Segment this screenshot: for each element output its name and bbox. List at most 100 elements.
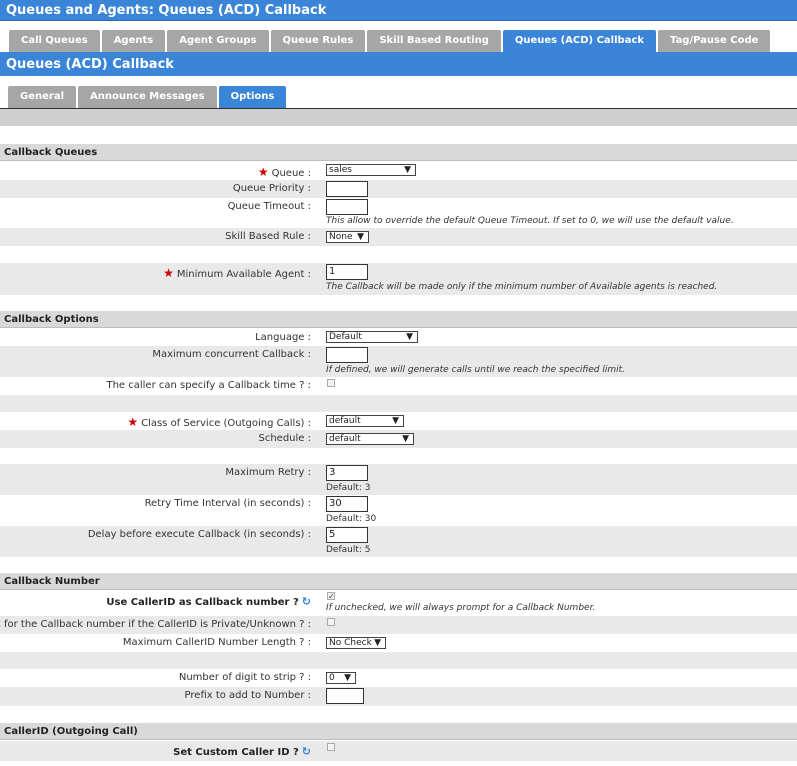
main-tab-bar: Call Queues Agents Agent Groups Queue Ru… (0, 30, 797, 54)
chevron-down-icon: ▼ (374, 638, 381, 648)
spacer-row (0, 295, 797, 311)
spacer-row (0, 652, 797, 669)
tab-queues-acd-callback[interactable]: Queues (ACD) Callback (502, 30, 657, 52)
tab-announce-messages[interactable]: Announce Messages (78, 86, 217, 108)
row-queue-timeout: Queue Timeout : This allow to override t… (0, 198, 797, 228)
queue-timeout-label: Queue Timeout : (227, 201, 311, 212)
schedule-select[interactable]: default ▼ (326, 433, 414, 445)
chevron-down-icon: ▼ (406, 332, 413, 342)
min-agent-label-text: Minimum Available Agent : (176, 269, 311, 280)
section-title: Queues (ACD) Callback (0, 54, 797, 76)
max-cid-len-value: No Check (329, 638, 372, 648)
use-callerid-label-text: Use CallerID as Callback number ? (106, 597, 299, 608)
prefix-input[interactable] (326, 688, 364, 704)
delay-label: Delay before execute Callback (in second… (87, 529, 311, 540)
class-of-service-value: default (329, 416, 361, 426)
refresh-icon[interactable]: ↻ (302, 595, 311, 608)
tab-general[interactable]: General (8, 86, 76, 108)
caller-time-label: The caller can specify a Callback time ?… (106, 380, 311, 391)
language-label: Language : (255, 332, 311, 343)
required-star-icon: ★ (257, 165, 269, 179)
row-use-callerid: Use CallerID as Callback number ? ↻ ✓ If … (0, 591, 797, 616)
row-ask-private: Ask for the Callback number if the Calle… (0, 616, 797, 634)
tab-agents[interactable]: Agents (101, 30, 166, 52)
queue-priority-label: Queue Priority : (232, 183, 311, 194)
max-concurrent-input[interactable] (326, 347, 368, 363)
tab-options[interactable]: Options (218, 86, 287, 108)
row-digits-strip: Number of digit to strip ? : 0 ▼ (0, 669, 797, 687)
row-max-retry: Maximum Retry : 3 Default: 3 (0, 464, 797, 495)
use-callerid-label: Use CallerID as Callback number ? ↻ (106, 595, 311, 608)
retry-interval-default: Default: 30 (326, 514, 377, 524)
required-star-icon: ★ (127, 415, 139, 429)
max-cid-len-label: Maximum CallerID Number Length ? : (122, 637, 311, 648)
row-delay: Delay before execute Callback (in second… (0, 526, 797, 557)
spacer-row (0, 706, 797, 723)
queue-timeout-input[interactable] (326, 199, 368, 215)
language-value: Default (329, 332, 362, 342)
chevron-down-icon: ▼ (357, 232, 364, 242)
language-select[interactable]: Default ▼ (326, 331, 418, 343)
digits-strip-select[interactable]: 0 ▼ (326, 672, 356, 684)
section-callback-options: Callback Options (0, 311, 797, 328)
schedule-label: Schedule : (258, 433, 312, 444)
tab-skill-based-routing[interactable]: Skill Based Routing (367, 30, 501, 52)
section-callerid: CallerID (Outgoing Call) (0, 723, 797, 740)
row-caller-time: The caller can specify a Callback time ?… (0, 377, 797, 395)
spacer-row (0, 448, 797, 464)
required-star-icon: ★ (163, 266, 174, 280)
custom-cid-label: Set Custom Caller ID ? ↻ (173, 745, 311, 758)
refresh-icon[interactable]: ↻ (302, 745, 311, 758)
max-cid-len-select[interactable]: No Check ▼ (326, 637, 386, 649)
row-max-concurrent: Maximum concurrent Callback : If defined… (0, 346, 797, 377)
queue-select[interactable]: sales ▼ (326, 164, 416, 176)
tab-agent-groups[interactable]: Agent Groups (167, 30, 269, 52)
retry-interval-input[interactable]: 30 (326, 496, 368, 512)
tab-tag-pause-code[interactable]: Tag/Pause Code (658, 30, 771, 52)
use-callerid-checkbox[interactable]: ✓ (327, 592, 335, 601)
min-agent-hint: The Callback will be made only if the mi… (326, 282, 718, 292)
skill-rule-label: Skill Based Rule : (225, 231, 311, 242)
row-skill-rule: Skill Based Rule : None ▼ (0, 228, 797, 246)
use-callerid-hint: If unchecked, we will always prompt for … (326, 603, 596, 613)
skill-rule-value: None (329, 232, 353, 242)
tab-call-queues[interactable]: Call Queues (9, 30, 100, 52)
ask-private-label: Ask for the Callback number if the Calle… (0, 619, 311, 630)
row-min-agent: ★ Minimum Available Agent : 1 The Callbac… (0, 263, 797, 295)
max-retry-input[interactable]: 3 (326, 465, 368, 481)
queue-select-value: sales (329, 165, 352, 175)
row-max-cid-len: Maximum CallerID Number Length ? : No Ch… (0, 634, 797, 652)
max-retry-default: Default: 3 (326, 483, 371, 493)
min-agent-label: ★ Minimum Available Agent : (163, 266, 311, 280)
queue-priority-input[interactable] (326, 181, 368, 197)
spacer-row (0, 557, 797, 573)
spacer-row (0, 246, 797, 263)
skill-rule-select[interactable]: None ▼ (326, 231, 369, 243)
queue-label-text: Queue : (271, 168, 311, 179)
chevron-down-icon: ▼ (404, 165, 411, 175)
min-agent-input[interactable]: 1 (326, 264, 368, 280)
spacer-row (0, 395, 797, 412)
ask-private-checkbox[interactable] (327, 618, 335, 626)
row-schedule: Schedule : default ▼ (0, 430, 797, 448)
custom-cid-checkbox[interactable] (327, 743, 335, 751)
class-of-service-label: ★ Class of Service (Outgoing Calls) : (127, 415, 311, 429)
section-callback-number: Callback Number (0, 573, 797, 590)
row-language: Language : Default ▼ (0, 329, 797, 346)
section-callback-queues: Callback Queues (0, 144, 797, 161)
row-prefix: Prefix to add to Number : (0, 687, 797, 706)
delay-input[interactable]: 5 (326, 527, 368, 543)
chevron-down-icon: ▼ (402, 434, 409, 444)
caller-time-checkbox[interactable] (327, 379, 335, 387)
schedule-value: default (329, 434, 361, 444)
delay-default: Default: 5 (326, 545, 371, 555)
class-of-service-select[interactable]: default ▼ (326, 415, 404, 427)
tab-queue-rules[interactable]: Queue Rules (270, 30, 366, 52)
row-queue: ★ Queue : sales ▼ (0, 162, 797, 180)
toolbar-band (0, 109, 797, 126)
max-concurrent-label: Maximum concurrent Callback : (152, 349, 311, 360)
class-of-service-label-text: Class of Service (Outgoing Calls) : (141, 418, 311, 429)
row-queue-priority: Queue Priority : (0, 180, 797, 198)
row-class-of-service: ★ Class of Service (Outgoing Calls) : def… (0, 412, 797, 430)
page-title: Queues and Agents: Queues (ACD) Callback (0, 0, 797, 21)
